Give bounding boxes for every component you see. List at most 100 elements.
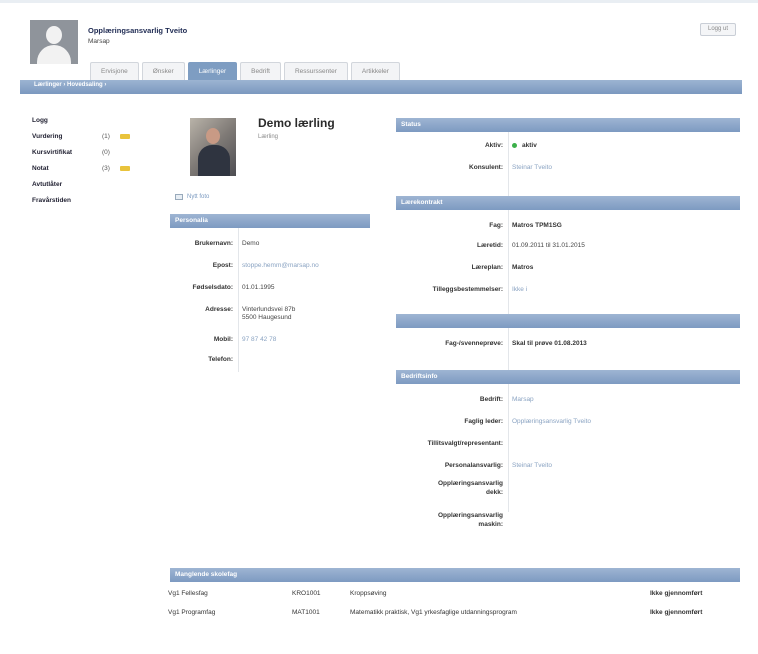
new-photo-label: Nytt foto: [187, 194, 210, 200]
field-label: [170, 314, 238, 321]
subjects-table: Vg1 Fellesfag KRO1001 Kroppsøving Ikke g…: [164, 584, 742, 622]
page-frame: Opplæringsansvarlig Tveito Marsap Logg u…: [20, 12, 742, 640]
company-row: Opplæringsansvarlig: [396, 512, 508, 519]
nav-label: Vurdering: [32, 133, 63, 140]
tab-laerlinger[interactable]: Lærlinger: [187, 62, 238, 80]
avatar: [30, 20, 78, 64]
nav-item-fravarstiden[interactable]: Fravårstiden: [32, 194, 150, 207]
personalia-heading: Personalia: [170, 214, 370, 228]
exam-heading: [396, 314, 740, 328]
nav-item-logg[interactable]: Logg: [32, 114, 150, 127]
field-value: 01.01.1995: [242, 284, 275, 291]
field-value: 01.09.2011 til 31.01.2015: [512, 242, 585, 249]
nav-label: Kursvirtifikat: [32, 149, 73, 156]
tab-onsker[interactable]: Ønsker: [141, 62, 185, 80]
subject-code: MAT1001: [292, 609, 320, 616]
breadcrumb[interactable]: Lærlinger › Hovedsaling ›: [34, 82, 106, 88]
field-label: Fag:: [489, 222, 503, 229]
tab-bedrift[interactable]: Bedrift: [240, 62, 281, 80]
field-label: Opplæringsansvarlig: [437, 480, 503, 487]
company-row: Personalansvarlig: Steinar Tveito: [396, 462, 552, 469]
nav-item-kursvirtifikat[interactable]: Kursvirtifikat (0): [32, 146, 150, 159]
nav-label: Fravårstiden: [32, 197, 72, 204]
status-row: Konsulent: Steinar Tveito: [396, 164, 552, 171]
side-nav: Logg Vurdering (1) Kursvirtifikat (0) No…: [32, 114, 150, 210]
nav-item-notat[interactable]: Notat (3): [32, 162, 150, 175]
main-tabs: Ervisjone Ønsker Lærlinger Bedrift Ressu…: [90, 62, 400, 80]
field-value: [238, 356, 242, 363]
personalia-row: Telefon:: [170, 356, 242, 363]
subject-group: Vg1 Fellesfag: [168, 590, 208, 597]
field-label: Personalansvarlig:: [444, 462, 503, 469]
table-row: Vg1 Fellesfag KRO1001 Kroppsøving Ikke g…: [164, 584, 742, 603]
nav-label: Notat: [32, 165, 49, 172]
subject-name: Matematikk praktisk, Vg1 yrkesfaglige ut…: [350, 609, 517, 616]
consultant-link[interactable]: Steinar Tveito: [508, 164, 552, 171]
active-status-icon: [512, 142, 517, 148]
subjects-heading: Manglende skolefag: [170, 568, 740, 582]
tab-artikkeler[interactable]: Artikkeler: [350, 62, 400, 80]
company-heading: Bedriftsinfo: [396, 370, 740, 384]
company-row: Tillitsvalgt/representant:: [396, 440, 512, 447]
nav-item-avtutlater[interactable]: Avtutlåter: [32, 178, 150, 191]
contract-row: Tilleggsbestemmelser: Ikke i: [396, 286, 528, 293]
profile-photo: [190, 118, 236, 176]
user-title: Opplæringsansvarlig Tveito: [88, 26, 188, 35]
company-row: Opplæringsansvarlig: [396, 480, 508, 487]
personnel-link[interactable]: Steinar Tveito: [508, 462, 552, 469]
contract-heading: Lærekontrakt: [396, 196, 740, 210]
picture-icon: [175, 194, 183, 200]
company-row: Faglig leder: Opplæringsansvarlig Tveito: [396, 418, 591, 425]
logout-button[interactable]: Logg ut: [700, 23, 736, 36]
user-company: Marsap: [88, 38, 110, 45]
nav-item-vurdering[interactable]: Vurdering (1): [32, 130, 150, 143]
field-label: maskin:: [478, 521, 503, 528]
field-label: Tilleggsbestemmelser:: [432, 286, 503, 293]
field-label: Epost:: [212, 262, 233, 269]
status-row: Aktiv: aktiv: [396, 142, 537, 149]
nav-label: Avtutlåter: [32, 181, 63, 188]
apprentice-role: Lærling: [258, 134, 279, 140]
tab-ressurssenter[interactable]: Ressurssenter: [283, 62, 348, 80]
table-row: Vg1 Programfag MAT1001 Matematikk prakti…: [164, 603, 742, 622]
field-label: dekk:: [486, 489, 503, 496]
additional-terms-link[interactable]: Ikke i: [508, 286, 527, 293]
field-value: 5500 Haugesund: [242, 314, 292, 321]
exam-row: Fag-/svenneprøve: Skal til prøve 01.08.2…: [396, 340, 587, 347]
company-link[interactable]: Marsap: [508, 396, 534, 403]
subject-code: KRO1001: [292, 590, 321, 597]
leader-link[interactable]: Opplæringsansvarlig Tveito: [508, 418, 591, 425]
tab-ervisjone[interactable]: Ervisjone: [90, 62, 139, 80]
personalia-row: Fødselsdato: 01.01.1995: [170, 284, 275, 291]
nav-label: Logg: [32, 117, 48, 124]
field-value: aktiv: [508, 142, 537, 149]
contract-row: Læretid: 01.09.2011 til 31.01.2015: [396, 242, 585, 249]
field-value: [508, 440, 512, 447]
subject-group: Vg1 Programfag: [168, 609, 216, 616]
field-label: Telefon:: [208, 356, 233, 363]
breadcrumb-bar: [20, 80, 742, 94]
warning-icon: [120, 166, 130, 171]
email-link[interactable]: stoppe.hemm@marsap.no: [238, 262, 319, 269]
new-photo-link[interactable]: Nytt foto: [175, 194, 209, 200]
field-value: Skal til prøve 01.08.2013: [512, 340, 587, 347]
field-label: Brukernavn:: [194, 240, 233, 247]
personalia-row: Adresse: Vinterlundsvei 87b: [170, 306, 295, 313]
field-label: Aktiv:: [484, 142, 503, 149]
phone-link[interactable]: 97 87 42 78: [238, 336, 276, 343]
field-label: Fødselsdato:: [192, 284, 233, 291]
subject-status: Ikke gjennomført: [650, 590, 703, 597]
field-value: Matros: [512, 264, 534, 271]
contract-row: Læreplan: Matros: [396, 264, 534, 271]
company-row: maskin:: [396, 521, 508, 528]
field-value: Vinterlundsvei 87b: [242, 306, 296, 313]
apprentice-name: Demo lærling: [258, 116, 335, 130]
field-label: Mobil:: [213, 336, 233, 343]
nav-count: (0): [102, 149, 110, 156]
warning-icon: [120, 134, 130, 139]
personalia-row: Brukernavn: Demo: [170, 240, 260, 247]
field-value: Matros TPM1SG: [512, 222, 562, 229]
field-label: Fag-/svenneprøve:: [445, 340, 503, 347]
subject-name: Kroppsøving: [350, 590, 387, 597]
field-label: Opplæringsansvarlig: [437, 512, 503, 519]
